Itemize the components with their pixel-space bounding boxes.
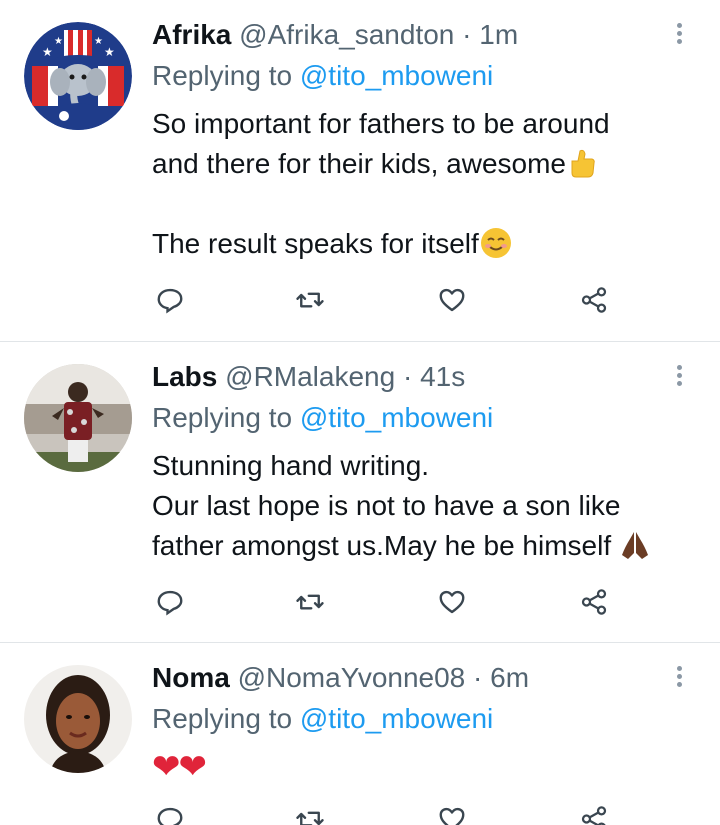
- display-name[interactable]: Afrika: [152, 19, 231, 50]
- tweet-text-line: So important for fathers to be around: [152, 104, 610, 144]
- svg-text:★: ★: [42, 45, 53, 59]
- replying-to-label: Replying to: [152, 60, 293, 91]
- red-hearts-emoji: ❤❤: [152, 747, 207, 787]
- replying-to: Replying to @tito_mboweni: [152, 56, 493, 96]
- tweet-text-line: ❤❤: [152, 747, 207, 789]
- tweet-actions: [150, 582, 630, 622]
- more-options-icon[interactable]: [667, 20, 691, 50]
- timestamp[interactable]: · 1m: [462, 19, 518, 50]
- svg-text:★: ★: [54, 36, 63, 47]
- mention-link[interactable]: @tito_mboweni: [300, 402, 493, 433]
- tweet-labs[interactable]: Labs @RMalakeng · 41s Replying to @tito_…: [0, 342, 720, 642]
- user-handle[interactable]: @Afrika_sandton: [239, 19, 454, 50]
- person-photo-avatar-icon: [24, 665, 132, 773]
- tweet-header: Noma @NomaYvonne08 · 6m: [152, 659, 529, 697]
- tweet-afrika[interactable]: ★ ★ ★ ★ Afrika @Afrika_sandton · 1m Repl…: [0, 0, 720, 341]
- like-icon[interactable]: [432, 280, 472, 320]
- tweet-text-line-content: father amongst us.May he be himself: [152, 530, 612, 561]
- replying-to-label: Replying to: [152, 703, 293, 734]
- more-options-icon[interactable]: [667, 362, 691, 392]
- more-options-icon[interactable]: [667, 663, 691, 693]
- user-handle[interactable]: @NomaYvonne08: [238, 662, 466, 693]
- mention-link[interactable]: @tito_mboweni: [300, 60, 493, 91]
- person-photo-avatar-icon: [24, 364, 132, 472]
- display-name[interactable]: Labs: [152, 361, 217, 392]
- timestamp[interactable]: · 41s: [403, 361, 465, 392]
- retweet-icon[interactable]: [290, 799, 330, 825]
- tweet-text-line-content: Our last hope is not to have a son like: [152, 490, 621, 521]
- folded-hands-emoji-icon: [619, 529, 651, 572]
- avatar[interactable]: [24, 364, 132, 472]
- retweet-icon[interactable]: [290, 280, 330, 320]
- share-icon[interactable]: [574, 280, 614, 320]
- share-icon[interactable]: [574, 799, 614, 825]
- replying-to: Replying to @tito_mboweni: [152, 699, 493, 739]
- tweet-text-line-content: The result speaks for itself: [152, 228, 479, 259]
- retweet-icon[interactable]: [290, 582, 330, 622]
- timestamp[interactable]: · 6m: [473, 662, 529, 693]
- svg-text:★: ★: [104, 45, 115, 59]
- tweet-actions: [150, 280, 630, 320]
- tweet-text-line-content: and there for their kids, awesome: [152, 148, 566, 179]
- tweet-noma[interactable]: Noma @NomaYvonne08 · 6m Replying to @tit…: [0, 643, 720, 825]
- tweet-text-line: Stunning hand writing.: [152, 446, 429, 486]
- avatar[interactable]: ★ ★ ★ ★: [24, 22, 132, 130]
- tweet-actions: [150, 799, 630, 825]
- user-handle[interactable]: @RMalakeng: [225, 361, 395, 392]
- tweet-text-line-content: So important for fathers to be around: [152, 108, 610, 139]
- share-icon[interactable]: [574, 582, 614, 622]
- tweet-header: Afrika @Afrika_sandton · 1m: [152, 16, 518, 54]
- thumbs-up-emoji-icon: [566, 147, 596, 190]
- replying-to: Replying to @tito_mboweni: [152, 398, 493, 438]
- reply-icon[interactable]: [150, 799, 190, 825]
- avatar[interactable]: [24, 665, 132, 773]
- elephant-uncle-sam-avatar-icon: ★ ★ ★ ★: [24, 22, 132, 130]
- mention-link[interactable]: @tito_mboweni: [300, 703, 493, 734]
- tweet-header: Labs @RMalakeng · 41s: [152, 358, 465, 396]
- replying-to-label: Replying to: [152, 402, 293, 433]
- reply-icon[interactable]: [150, 280, 190, 320]
- tweet-text-line: father amongst us.May he be himself: [152, 526, 651, 572]
- svg-text:★: ★: [94, 36, 103, 47]
- tweet-text-line-content: Stunning hand writing.: [152, 450, 430, 481]
- tweet-text-line: The result speaks for itself: [152, 224, 513, 270]
- tweet-text-line: Our last hope is not to have a son like: [152, 486, 621, 526]
- like-icon[interactable]: [432, 582, 472, 622]
- reply-icon[interactable]: [150, 582, 190, 622]
- like-icon[interactable]: [432, 799, 472, 825]
- display-name[interactable]: Noma: [152, 662, 230, 693]
- replies-feed: ★ ★ ★ ★ Afrika @Afrika_sandton · 1m Repl…: [0, 0, 720, 825]
- tweet-text-line: and there for their kids, awesome: [152, 144, 596, 190]
- smiling-face-emoji-icon: [479, 227, 513, 270]
